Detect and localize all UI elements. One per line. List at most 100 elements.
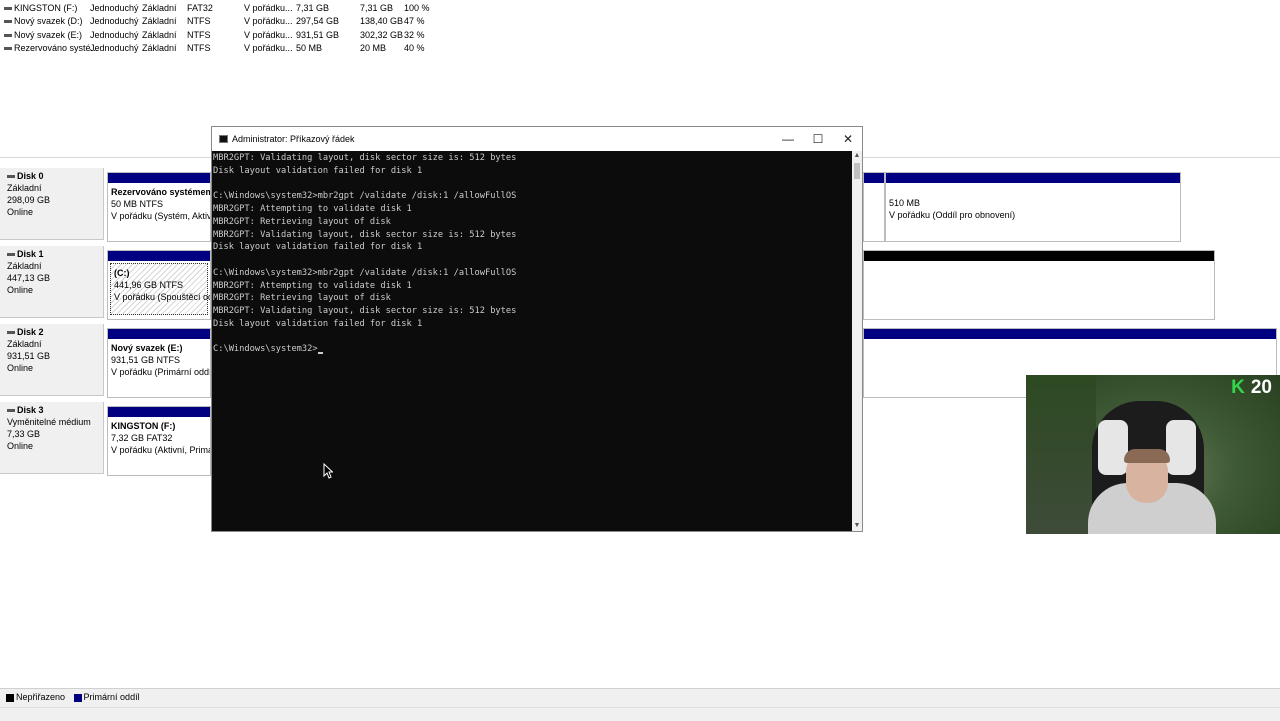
partition-size: 931,51 GB NTFS: [111, 355, 181, 365]
scroll-thumb[interactable]: [854, 163, 860, 179]
disk-icon: [7, 331, 15, 335]
volume-pct: 47 %: [404, 16, 425, 26]
partition-main[interactable]: [863, 172, 885, 242]
volume-layout: Jednoduchý: [90, 3, 139, 13]
volume-capacity: 931,51 GB: [296, 30, 340, 40]
disk-name: Disk 2: [17, 327, 44, 337]
console-line: MBR2GPT: Validating layout, disk sector …: [213, 229, 517, 240]
partition-bar: [864, 251, 1214, 261]
volume-status: V pořádku...: [244, 16, 293, 26]
disk-kind: Základní: [7, 261, 42, 271]
partition-status: V pořádku (Systém, Aktivní,: [111, 211, 211, 221]
disk-label[interactable]: Disk 0 Základní 298,09 GB Online: [0, 168, 104, 240]
scroll-up-icon[interactable]: ▲: [852, 151, 862, 161]
disk-size: 298,09 GB: [7, 195, 51, 205]
volume-free: 138,40 GB: [360, 16, 404, 26]
console-line: MBR2GPT: Attempting to validate disk 1: [213, 204, 412, 214]
disk-state: Online: [7, 207, 34, 217]
scroll-down-icon[interactable]: ▼: [852, 521, 862, 531]
close-icon[interactable]: ✕: [833, 127, 863, 151]
disk-icon: [7, 175, 15, 179]
partition-title: Rezervováno systémem: [111, 187, 211, 197]
cmd-window-title: Administrator: Příkazový řádek: [232, 134, 355, 144]
volume-capacity: 7,31 GB: [296, 3, 330, 13]
volume-type: Základní: [142, 43, 177, 53]
volume-pct: 32 %: [404, 30, 425, 40]
volume-name: KINGSTON (F:): [14, 3, 78, 13]
volume-capacity: 297,54 GB: [296, 16, 340, 26]
cmd-titlebar[interactable]: Administrator: Příkazový řádek — ☐ ✕: [212, 127, 862, 151]
volume-status: V pořádku...: [244, 30, 293, 40]
disk-icon: [7, 409, 15, 413]
disk-name: Disk 1: [17, 249, 44, 259]
volume-fs: NTFS: [187, 43, 211, 53]
volume-status: V pořádku...: [244, 3, 293, 13]
volume-layout: Jednoduchý: [90, 16, 139, 26]
volume-free: 20 MB: [360, 43, 387, 53]
volume-fs: NTFS: [187, 30, 211, 40]
unallocated-swatch: [6, 693, 14, 702]
channel-badge: K 20: [1231, 378, 1272, 398]
volume-name: Rezervováno systé...: [14, 43, 99, 53]
volume-fs: FAT32: [187, 3, 213, 13]
disk-kind: Vyměnitelné médium: [7, 417, 91, 427]
partition-bar: [886, 173, 1180, 183]
console-line: MBR2GPT: Validating layout, disk sector …: [213, 306, 517, 316]
disk-label[interactable]: Disk 3 Vyměnitelné médium 7,33 GB Online: [0, 402, 104, 474]
disk-size: 931,51 GB: [7, 351, 51, 361]
disk-size: 447,13 GB: [7, 273, 51, 283]
primary-swatch: [73, 693, 82, 702]
partition-e-drive[interactable]: Nový svazek (E:) 931,51 GB NTFS V pořádk…: [107, 328, 211, 398]
disk-state: Online: [7, 285, 34, 295]
disk-icon: [7, 253, 15, 257]
text-cursor: [317, 352, 323, 354]
console-line: MBR2GPT: Attempting to validate disk 1: [213, 280, 412, 291]
partition-c-drive[interactable]: (C:) 441,96 GB NTFS V pořádku (Spouštěcí…: [107, 250, 211, 320]
console-line: MBR2GPT: Retrieving layout of disk: [213, 216, 391, 227]
volume-layout: Jednoduchý: [90, 30, 139, 40]
partition-title: (C:): [114, 268, 130, 278]
cmd-window[interactable]: Administrator: Příkazový řádek — ☐ ✕ MBR…: [211, 126, 863, 532]
cmd-scrollbar[interactable]: ▲ ▼: [852, 151, 862, 531]
partition-f-drive[interactable]: KINGSTON (F:) 7,32 GB FAT32 V pořádku (A…: [107, 406, 211, 476]
partition-title: Nový svazek (E:): [111, 343, 183, 353]
volume-free: 302,32 GB: [360, 30, 404, 40]
cmd-console[interactable]: MBR2GPT: Validating layout, disk sector …: [212, 151, 852, 531]
partition-bar: [108, 329, 210, 339]
disk-state: Online: [7, 441, 34, 451]
disk-label[interactable]: Disk 2 Základní 931,51 GB Online: [0, 324, 104, 396]
volume-list: KINGSTON (F:) Jednoduchý Základní FAT32 …: [0, 0, 1280, 58]
volume-layout: Jednoduchý: [90, 43, 139, 53]
partition-size: 7,32 GB FAT32: [111, 433, 173, 443]
badge-number: 20: [1250, 377, 1272, 398]
volume-capacity: 50 MB: [296, 43, 323, 53]
partition-title: KINGSTON (F:): [111, 421, 176, 431]
volume-name: Nový svazek (D:): [14, 16, 83, 26]
partition-recovery[interactable]: 510 MB V pořádku (Oddíl pro obnovení): [885, 172, 1181, 242]
partition-unallocated[interactable]: [863, 250, 1215, 320]
partition-system-reserved[interactable]: Rezervováno systémem 50 MB NTFS V pořádk…: [107, 172, 211, 242]
volume-type: Základní: [142, 16, 177, 26]
partition-bar: [108, 173, 210, 183]
partition-status: V pořádku (Spouštěcí oddíl,: [114, 292, 210, 302]
volume-name: Nový svazek (E:): [14, 30, 83, 40]
volume-pct: 100 %: [404, 3, 430, 13]
disk-label[interactable]: Disk 1 Základní 447,13 GB Online: [0, 246, 104, 318]
disk-name: Disk 3: [17, 405, 44, 415]
volume-status: V pořádku...: [244, 43, 293, 53]
status-bar: [0, 707, 1280, 721]
maximize-icon[interactable]: ☐: [803, 127, 833, 151]
console-line: Disk layout validation failed for disk 1: [213, 165, 423, 176]
cmd-app-icon: [219, 135, 228, 143]
partition-size: 441,96 GB NTFS: [114, 280, 184, 290]
minimize-icon[interactable]: —: [773, 127, 803, 151]
volume-type: Základní: [142, 3, 177, 13]
partition-bar: [108, 251, 210, 261]
volume-pct: 40 %: [404, 43, 425, 53]
webcam-overlay: K 20: [1026, 375, 1280, 534]
volume-icon: [4, 7, 12, 10]
partition-size: 50 MB NTFS: [111, 199, 164, 209]
console-line: MBR2GPT: Retrieving layout of disk: [213, 293, 391, 304]
volume-icon: [4, 47, 12, 50]
console-line: C:\Windows\system32>mbr2gpt /validate /d…: [213, 191, 517, 202]
